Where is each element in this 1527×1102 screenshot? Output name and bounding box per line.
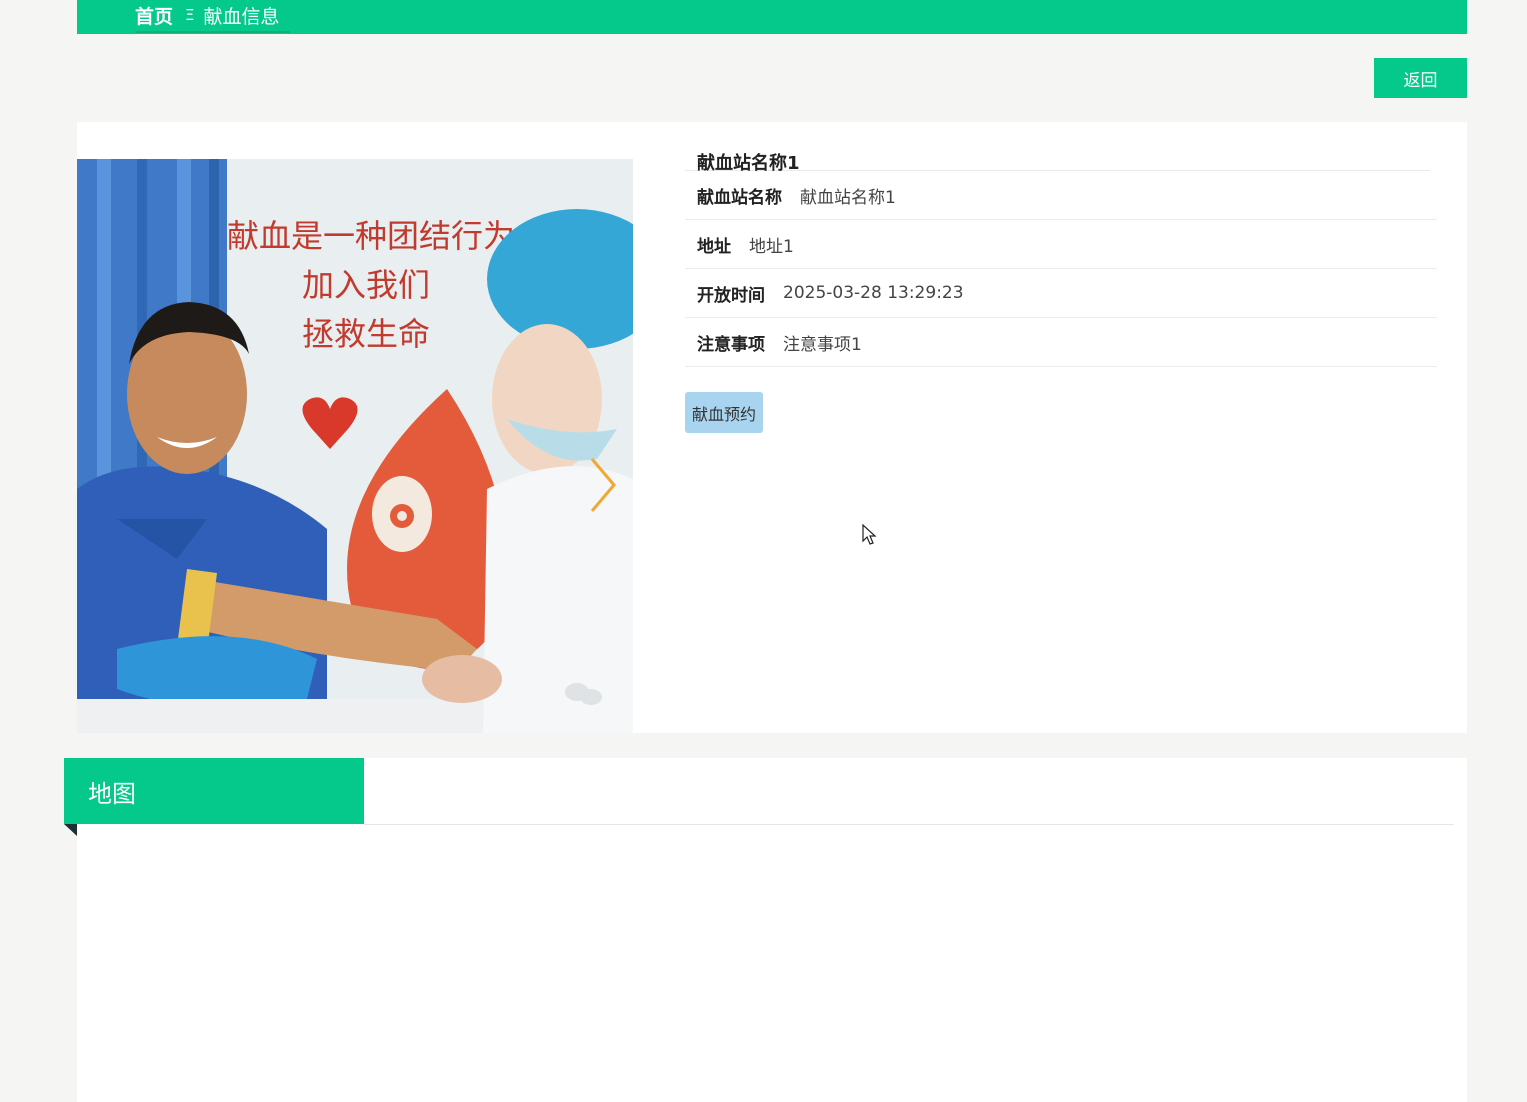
breadcrumb-home-link[interactable]: 首页 xyxy=(135,2,173,29)
field-label: 地址 xyxy=(697,236,731,257)
breadcrumb-separator-icon: Ξ xyxy=(185,6,195,24)
donation-reservation-button[interactable]: 献血预约 xyxy=(685,392,763,433)
station-info: 献血站名称1 献血站名称 献血站名称1 地址 地址1 开放时间 2025-03-… xyxy=(685,142,1437,367)
field-row-name: 献血站名称 献血站名称1 xyxy=(685,171,1437,220)
breadcrumb-current: 献血信息 xyxy=(203,5,280,28)
map-section: 地图 xyxy=(64,758,1467,1102)
map-header-fold xyxy=(64,824,77,836)
field-value: 地址1 xyxy=(749,236,794,257)
station-title: 献血站名称1 xyxy=(685,142,1430,174)
field-row-open-time: 开放时间 2025-03-28 13:29:23 xyxy=(685,269,1437,318)
breadcrumb: 首页 Ξ 献血信息 xyxy=(135,0,280,30)
back-button[interactable]: 返回 xyxy=(1374,58,1467,98)
field-value: 2025-03-28 13:29:23 xyxy=(783,283,964,303)
poster-line-3: 拯救生命 xyxy=(302,315,430,353)
field-label: 注意事项 xyxy=(697,334,765,355)
station-photo: 献血是一种团结行为 加入我们 拯救生命 xyxy=(77,159,633,733)
field-label: 开放时间 xyxy=(697,285,765,306)
field-value: 献血站名称1 xyxy=(800,187,896,208)
field-row-address: 地址 地址1 xyxy=(685,220,1437,269)
map-divider xyxy=(364,824,1454,825)
field-label: 献血站名称 xyxy=(697,187,782,208)
map-canvas[interactable] xyxy=(77,836,1467,1102)
breadcrumb-underline xyxy=(135,31,290,33)
field-row-notes: 注意事项 注意事项1 xyxy=(685,318,1437,367)
poster-line-2: 加入我们 xyxy=(302,266,430,304)
map-title: 地图 xyxy=(64,758,364,824)
detail-card: 献血是一种团结行为 加入我们 拯救生命 献血站名称1 献血站名称 献血站名称1 … xyxy=(77,122,1467,733)
field-value: 注意事项1 xyxy=(783,334,862,355)
poster-line-1: 献血是一种团结行为 xyxy=(227,217,515,255)
mouse-cursor-icon xyxy=(862,524,877,545)
top-nav-bar xyxy=(77,0,1467,34)
